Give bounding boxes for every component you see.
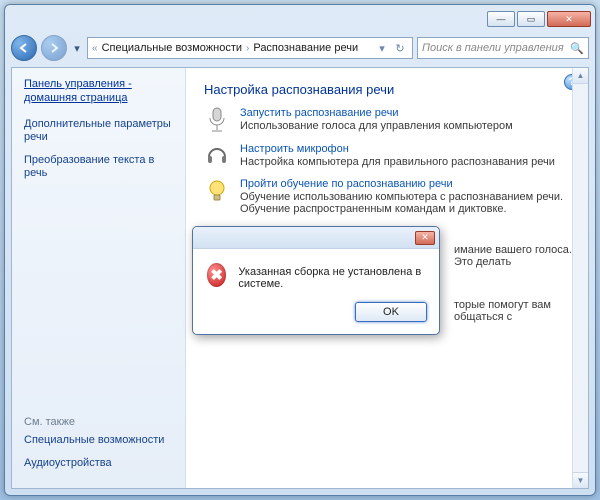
sidebar: Панель управления - домашняя страница До… — [12, 68, 186, 488]
search-icon: 🔍 — [570, 42, 584, 55]
sidebar-link-advanced-speech[interactable]: Дополнительные параметры речи — [24, 118, 175, 144]
see-also-audio-devices[interactable]: Аудиоустройства — [24, 457, 175, 470]
breadcrumb-segment-2[interactable]: Распознавание речи — [253, 42, 358, 54]
control-panel-home-link[interactable]: Панель управления - домашняя страница — [24, 78, 175, 106]
task-desc: Использование голоса для управления комп… — [240, 120, 572, 132]
window-close-button[interactable]: ✕ — [547, 11, 591, 27]
task-link[interactable]: Запустить распознавание речи — [240, 107, 572, 119]
address-breadcrumb[interactable]: « Специальные возможности › Распознавани… — [87, 37, 413, 59]
search-placeholder: Поиск в панели управления — [422, 42, 564, 54]
navigation-bar: ▾ « Специальные возможности › Распознава… — [11, 33, 589, 63]
nav-back-button[interactable] — [11, 35, 37, 61]
dialog-body: ✖ Указанная сборка не установлена в сист… — [193, 249, 439, 296]
minimize-button[interactable]: — — [487, 11, 515, 27]
obscured-text-2: торые помогут вам общаться с — [454, 299, 588, 323]
task-link[interactable]: Пройти обучение по распознаванию речи — [240, 178, 572, 190]
window-titlebar: — ▭ ✕ — [5, 5, 595, 33]
breadcrumb-segment-1[interactable]: Специальные возможности — [102, 42, 242, 54]
task-link[interactable]: Настроить микрофон — [240, 143, 572, 155]
see-also-ease-of-access[interactable]: Специальные возможности — [24, 434, 175, 447]
dialog-titlebar: ✕ — [193, 227, 439, 249]
page-title: Настройка распознавания речи — [204, 82, 572, 97]
dialog-close-button[interactable]: ✕ — [415, 231, 435, 245]
microphone-icon — [204, 107, 230, 133]
dialog-message: Указанная сборка не установлена в систем… — [238, 263, 425, 290]
breadcrumb-sep-icon: › — [246, 43, 249, 54]
dialog-button-row: OK — [193, 296, 439, 334]
vertical-scrollbar[interactable]: ▲ ▼ — [572, 68, 588, 488]
task-tutorial: Пройти обучение по распознаванию речи Об… — [204, 178, 572, 215]
breadcrumb-root-icon: « — [92, 43, 98, 54]
see-also-header: См. также — [24, 416, 175, 428]
task-desc: Обучение использованию компьютера с расп… — [240, 191, 572, 215]
sidebar-spacer — [24, 190, 175, 415]
ok-button[interactable]: OK — [355, 302, 427, 322]
lightbulb-icon — [204, 178, 230, 215]
scroll-up-button[interactable]: ▲ — [573, 68, 588, 84]
task-start-recognition: Запустить распознавание речи Использован… — [204, 107, 572, 133]
address-dropdown[interactable]: ▾ — [374, 42, 390, 55]
search-input[interactable]: Поиск в панели управления 🔍 — [417, 37, 589, 59]
error-dialog: ✕ ✖ Указанная сборка не установлена в си… — [192, 226, 440, 335]
scroll-down-button[interactable]: ▼ — [573, 472, 588, 488]
error-icon: ✖ — [207, 263, 226, 287]
nav-history-dropdown[interactable]: ▾ — [71, 39, 83, 57]
obscured-text-1: имание вашего голоса. Это делать — [454, 244, 588, 268]
task-desc: Настройка компьютера для правильного рас… — [240, 156, 572, 168]
refresh-button[interactable]: ↻ — [392, 42, 408, 55]
sidebar-link-tts[interactable]: Преобразование текста в речь — [24, 154, 175, 180]
task-setup-microphone: Настроить микрофон Настройка компьютера … — [204, 143, 572, 168]
maximize-button[interactable]: ▭ — [517, 11, 545, 27]
nav-forward-button[interactable] — [41, 35, 67, 61]
headset-icon — [204, 143, 230, 168]
